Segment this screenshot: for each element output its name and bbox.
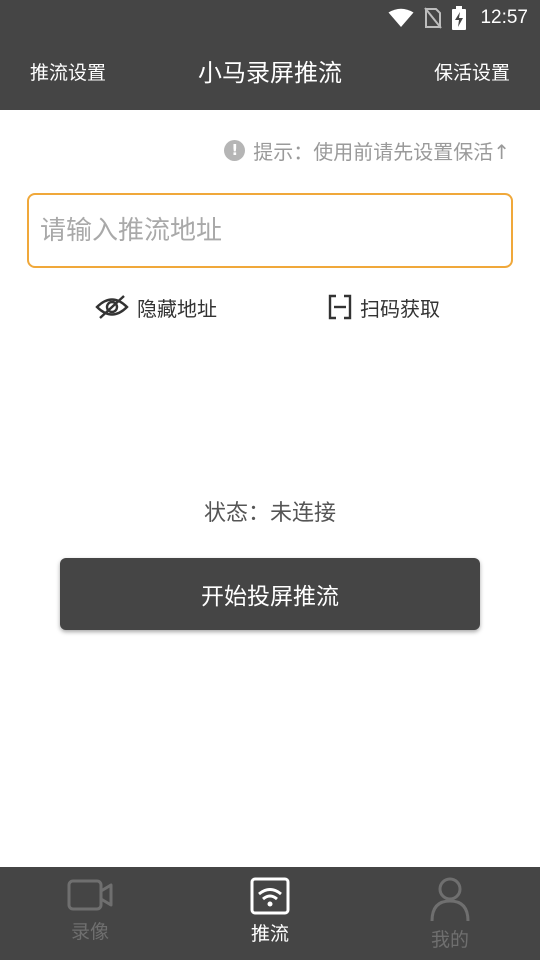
eye-off-icon <box>95 295 129 319</box>
keep-alive-settings-button[interactable]: 保活设置 <box>434 36 510 110</box>
info-icon: ! <box>224 139 246 161</box>
wifi-stream-icon <box>250 877 290 915</box>
nav-item-record[interactable]: 录像 <box>0 867 180 960</box>
connection-status: 状态：未连接 <box>203 501 336 526</box>
video-camera-icon <box>67 879 113 911</box>
nav-label-mine: 我的 <box>430 929 469 951</box>
hide-address-button[interactable]: 隐藏地址 <box>95 288 217 326</box>
stream-url-input[interactable] <box>27 193 513 268</box>
nav-label-record: 录像 <box>70 921 109 943</box>
wifi-icon <box>388 8 414 27</box>
nav-label-stream: 推流 <box>250 923 289 945</box>
start-stream-button[interactable]: 开始投屏推流 <box>60 558 480 630</box>
user-icon <box>430 877 470 921</box>
app-bar: 推流设置 小马录屏推流 保活设置 <box>0 36 540 110</box>
hint: ! 提示：使用前请先设置保活↑ <box>224 134 510 166</box>
scan-code-label: 扫码获取 <box>360 296 440 321</box>
nav-item-mine[interactable]: 我的 <box>360 867 540 960</box>
scan-icon <box>328 294 352 320</box>
hide-address-label: 隐藏地址 <box>137 296 217 321</box>
nav-item-stream[interactable]: 推流 <box>180 867 360 960</box>
battery-charging-icon <box>452 6 467 30</box>
hint-text: 提示：使用前请先设置保活↑ <box>253 139 510 164</box>
no-sim-icon <box>424 7 443 29</box>
bottom-nav: 录像 推流 我的 <box>0 867 540 960</box>
status-bar: 12:57 <box>0 0 540 36</box>
stream-settings-button[interactable]: 推流设置 <box>30 36 106 110</box>
scan-code-button[interactable]: 扫码获取 <box>328 288 440 326</box>
status-time: 12:57 <box>480 7 528 28</box>
